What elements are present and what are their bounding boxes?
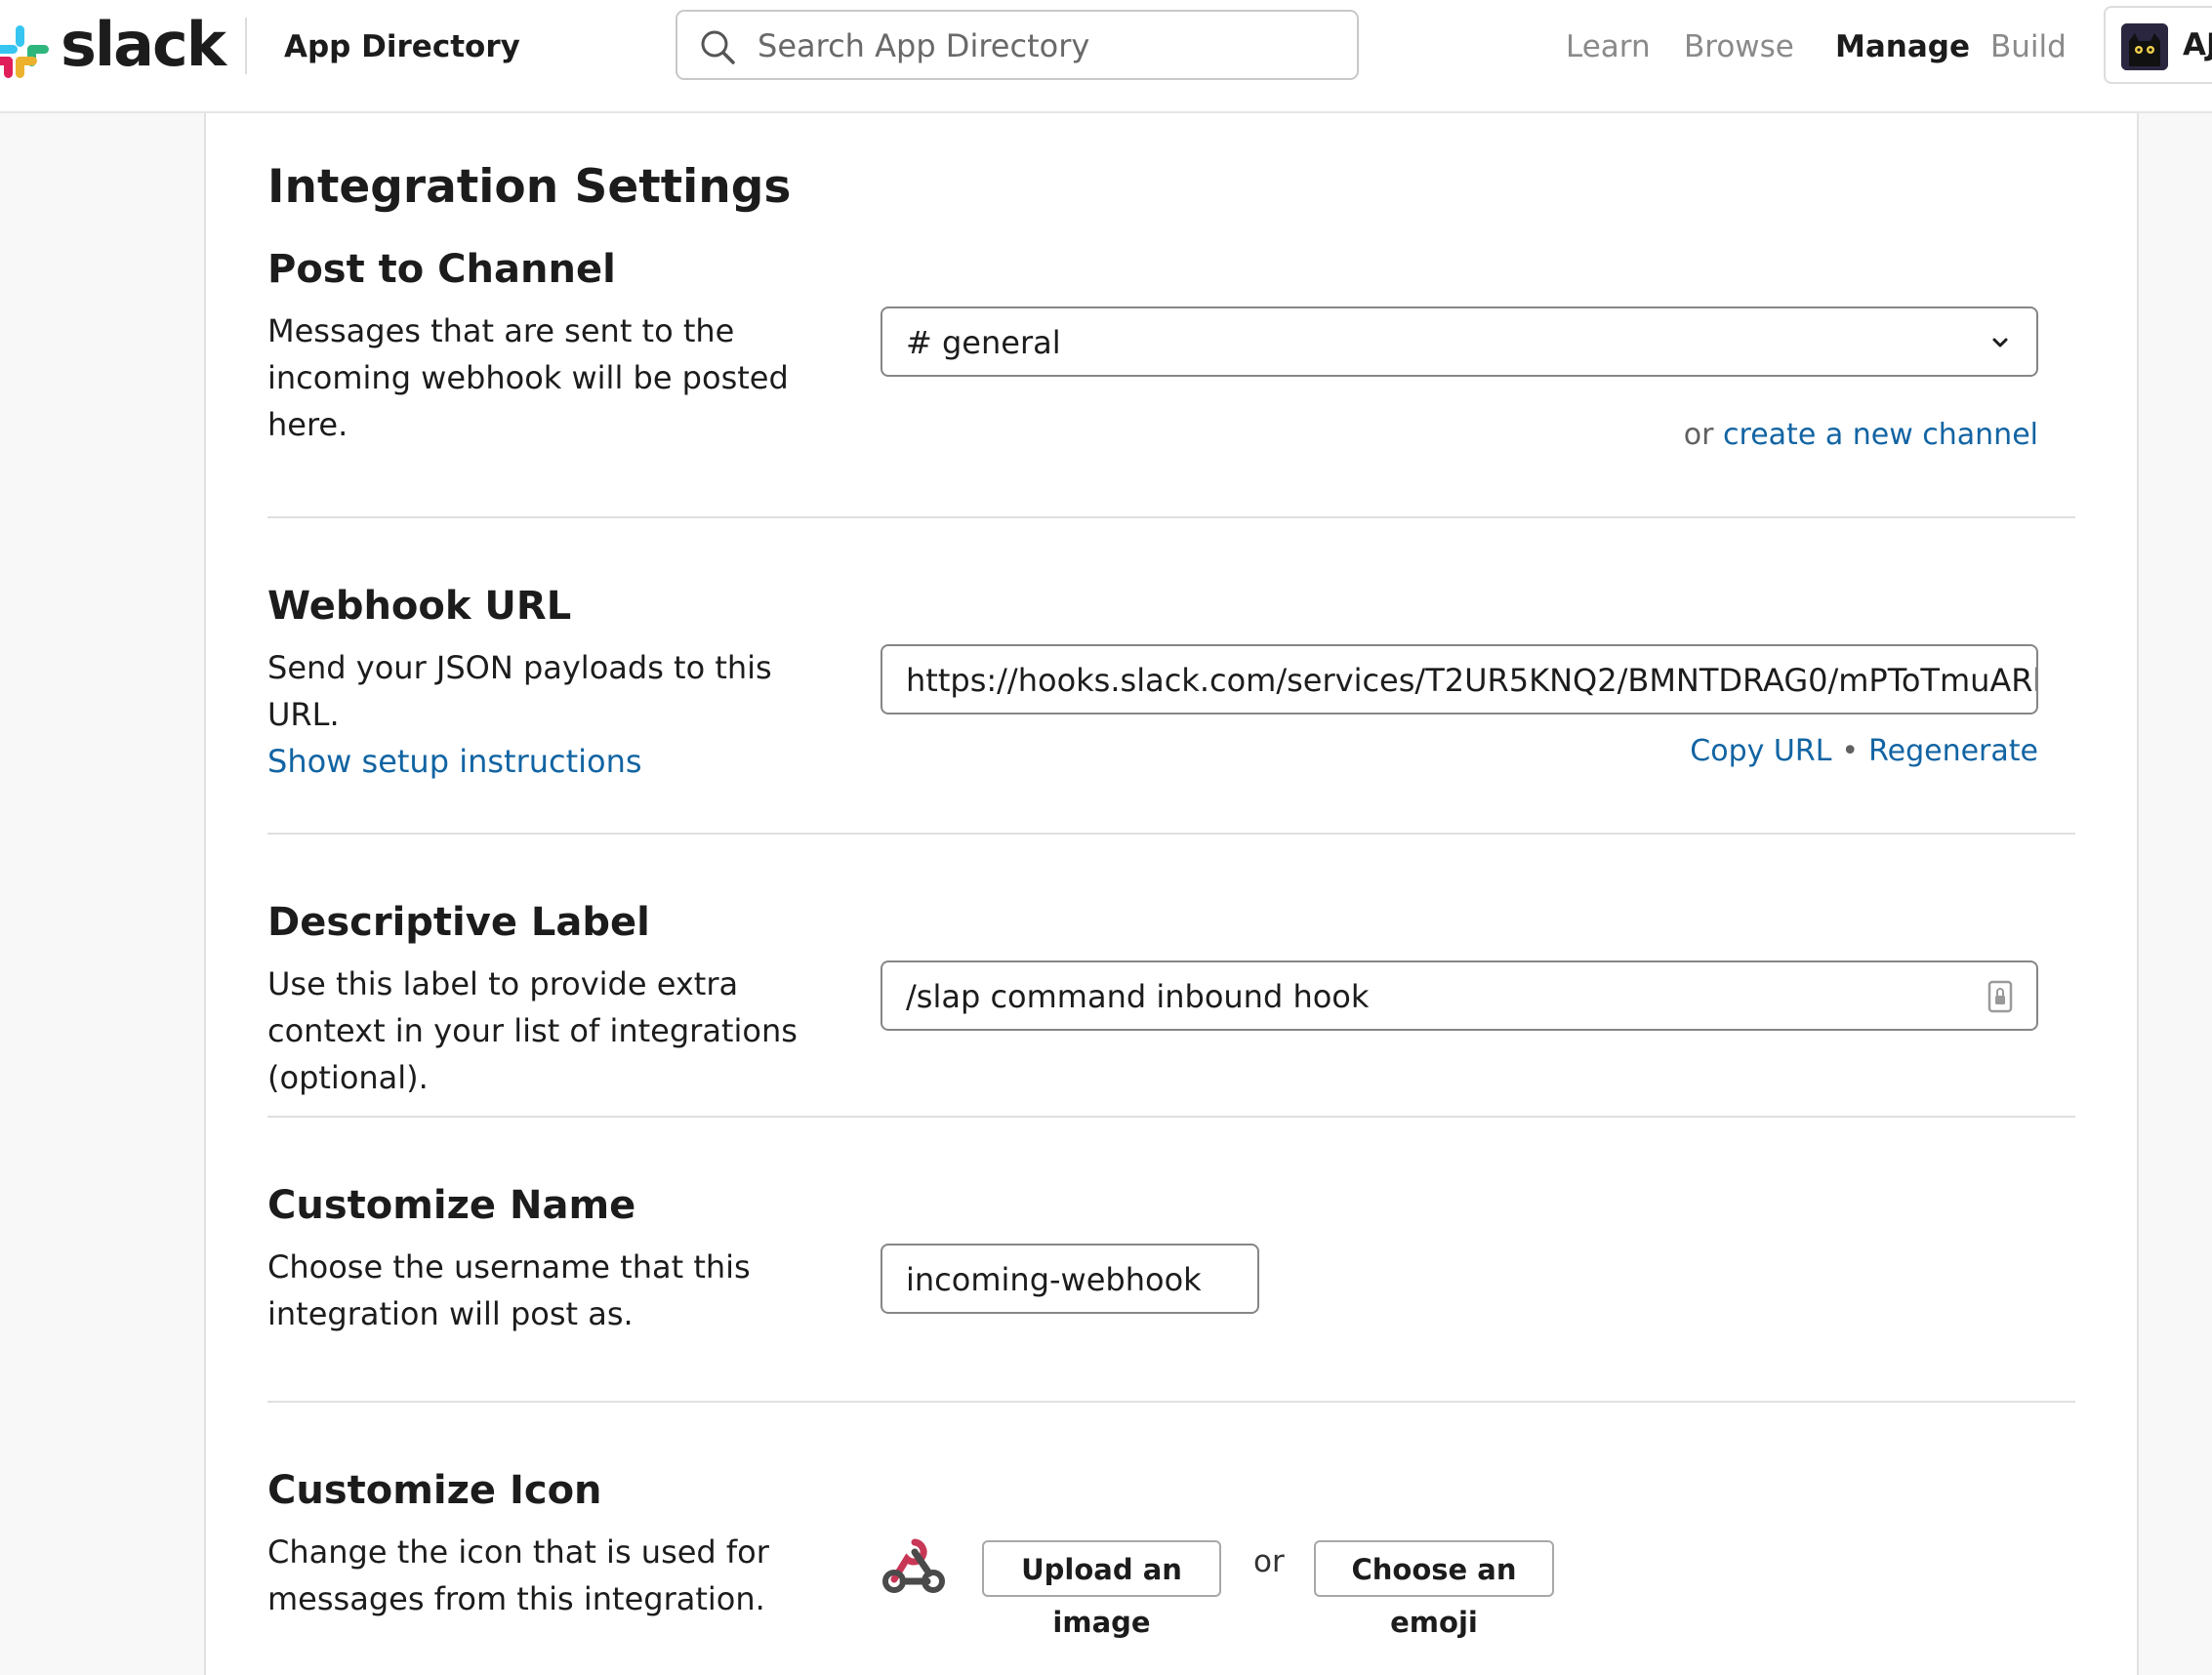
slack-wordmark[interactable]: slack	[61, 8, 226, 82]
nav-learn[interactable]: Learn	[1566, 27, 1651, 66]
post-to-channel-title: Post to Channel	[267, 247, 616, 292]
customize-name-description: Choose the username that this integratio…	[267, 1248, 751, 1332]
customize-icon-description: Change the icon that is used for message…	[267, 1533, 769, 1617]
search-icon	[701, 30, 735, 64]
webhook-url-field[interactable]: https://hooks.slack.com/services/T2UR5KN…	[881, 644, 2038, 715]
create-new-channel-link[interactable]: create a new channel	[1723, 418, 2038, 452]
section-divider	[267, 516, 2075, 518]
chevron-down-icon	[1992, 338, 2008, 347]
cat-avatar-icon	[2121, 23, 2168, 70]
section-divider	[267, 1116, 2075, 1118]
regenerate-link[interactable]: Regenerate	[1868, 734, 2038, 768]
slack-logo-icon[interactable]	[0, 23, 51, 80]
webhook-url-value: https://hooks.slack.com/services/T2UR5KN…	[906, 662, 2038, 699]
customize-name-value: incoming-webhook	[906, 1261, 1202, 1298]
nav-browse[interactable]: Browse	[1684, 27, 1794, 66]
webhook-url-description-text: Send your JSON payloads to this URL.	[267, 649, 772, 733]
webhook-icon	[882, 1538, 945, 1593]
search-box[interactable]: Search App Directory	[676, 10, 1359, 80]
show-setup-instructions-link[interactable]: Show setup instructions	[267, 738, 843, 785]
page-title: Integration Settings	[267, 160, 792, 214]
webhook-url-actions: Copy URL • Regenerate	[1690, 732, 2038, 771]
section-divider	[267, 1401, 2075, 1403]
descriptive-label-input[interactable]: /slap command inbound hook	[881, 960, 2038, 1031]
customize-name-title: Customize Name	[267, 1183, 636, 1228]
top-header: slack App Directory Search App Directory…	[0, 0, 2212, 113]
app-directory-link[interactable]: App Directory	[284, 27, 520, 66]
user-menu-button[interactable]: AJ	[2104, 6, 2212, 84]
password-manager-icon[interactable]	[1987, 980, 2013, 1013]
avatar	[2121, 23, 2168, 70]
upload-image-button[interactable]: Upload an image	[982, 1540, 1221, 1639]
descriptive-label-value: /slap command inbound hook	[906, 978, 1370, 1015]
webhook-url-description: Send your JSON payloads to this URL. Sho…	[267, 644, 843, 785]
nav-build[interactable]: Build	[1990, 27, 2067, 66]
webhook-url-title: Webhook URL	[267, 584, 572, 629]
customize-name-input[interactable]: incoming-webhook	[881, 1244, 1259, 1314]
actions-separator: •	[1841, 734, 1860, 768]
channel-select[interactable]: # general	[881, 306, 2038, 377]
copy-url-link[interactable]: Copy URL	[1690, 734, 1831, 768]
section-divider	[267, 833, 2075, 835]
post-to-channel-description: Messages that are sent to the incoming w…	[267, 312, 789, 443]
create-channel-note: or create a new channel	[1684, 416, 2038, 455]
user-initials: AJ	[2183, 27, 2212, 62]
channel-select-value: # general	[906, 324, 1061, 361]
customize-icon-title: Customize Icon	[267, 1468, 602, 1513]
choose-emoji-button[interactable]: Choose an emoji	[1314, 1540, 1554, 1639]
header-divider	[245, 18, 247, 74]
descriptive-label-title: Descriptive Label	[267, 900, 650, 945]
nav-manage[interactable]: Manage	[1835, 27, 1970, 66]
descriptive-label-description: Use this label to provide extra context …	[267, 965, 798, 1096]
create-channel-prefix: or	[1683, 418, 1714, 452]
search-input[interactable]: Search App Directory	[758, 26, 1089, 65]
or-separator: or	[1253, 1544, 1285, 1579]
